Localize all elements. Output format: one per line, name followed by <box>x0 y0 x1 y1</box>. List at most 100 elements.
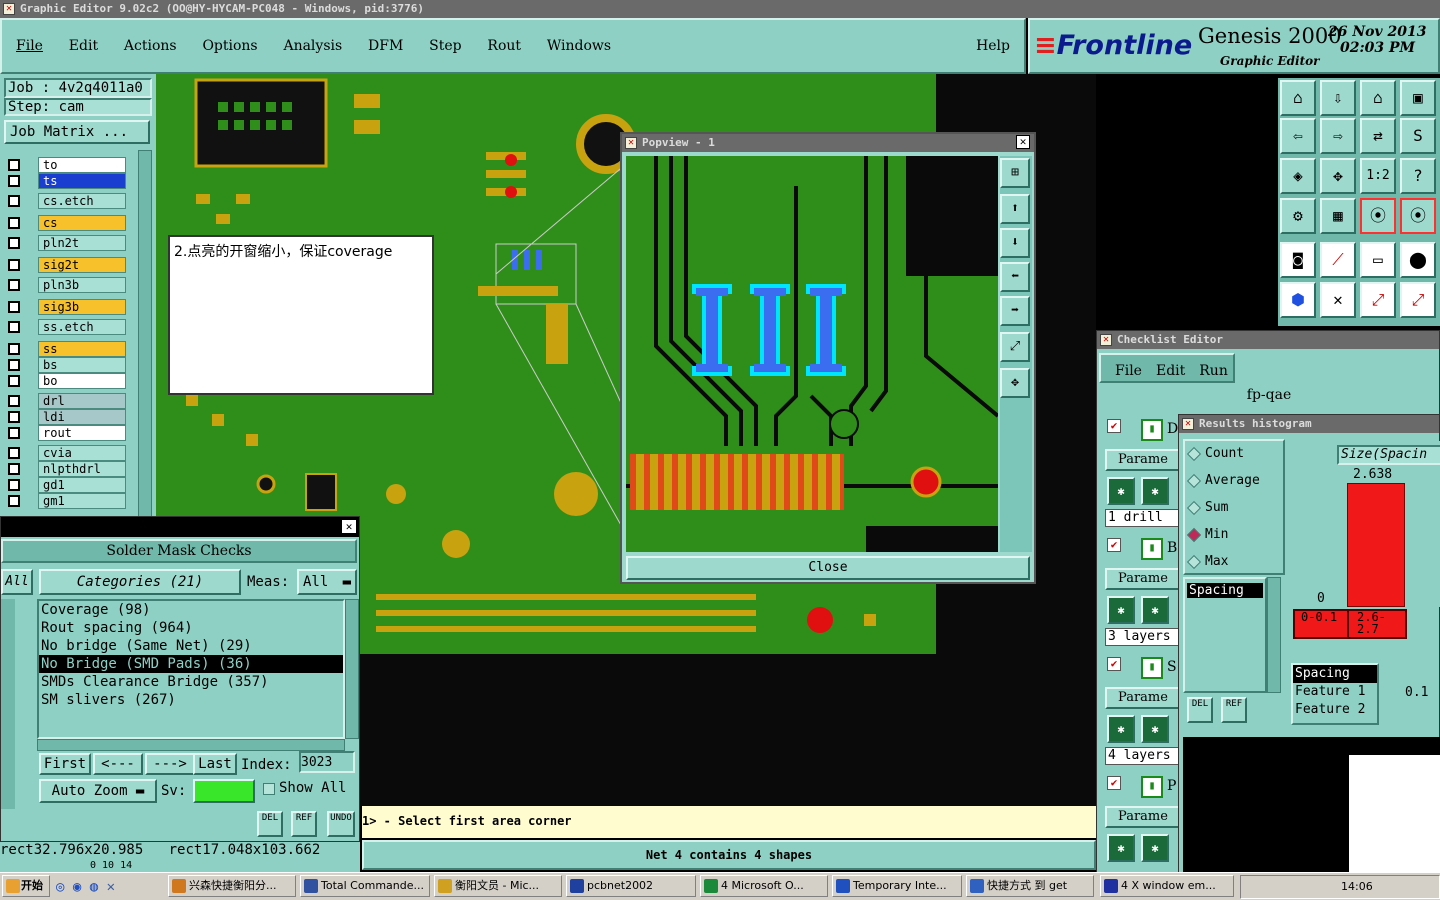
layer-row[interactable]: ss.etch <box>4 318 126 336</box>
layer-name[interactable]: drl <box>38 393 126 409</box>
layer-row[interactable]: rout <box>4 424 126 442</box>
popview-pan-up-icon[interactable]: ⬆ <box>1000 194 1030 224</box>
task-button[interactable]: 快捷方式 到 get <box>966 875 1094 897</box>
menu-options[interactable]: Options <box>202 38 257 54</box>
tool-line-icon[interactable]: ⟋ <box>1320 242 1356 278</box>
popview-pan-left-icon[interactable]: ⬅ <box>1000 262 1030 292</box>
layer-name[interactable]: ldi <box>38 409 126 425</box>
checklist-menu-file[interactable]: File <box>1115 363 1142 379</box>
menu-help[interactable]: Help <box>976 38 1010 54</box>
action-checkbox[interactable]: ✔ <box>1107 538 1121 552</box>
tool-window-icon[interactable]: ▣ <box>1400 80 1436 116</box>
layer-row[interactable]: ts <box>4 172 126 190</box>
layer-name[interactable]: ss <box>38 341 126 357</box>
layer-checkbox[interactable] <box>8 447 20 459</box>
category-item[interactable]: No Bridge (SMD Pads) (36) <box>39 655 343 673</box>
tool-connect-icon[interactable]: ⤢ <box>1360 282 1396 318</box>
layer-checkbox[interactable] <box>8 463 20 475</box>
action-checkbox[interactable]: ✔ <box>1107 419 1121 433</box>
layer-name[interactable]: pln3b <box>38 277 126 293</box>
stat-option[interactable]: Min <box>1185 522 1283 549</box>
tool-right-icon[interactable]: ⇨ <box>1320 118 1356 154</box>
category-item[interactable]: Coverage (98) <box>39 601 343 619</box>
action-checkbox[interactable]: ✔ <box>1107 776 1121 790</box>
tool-select-icon[interactable]: ⦿ <box>1360 198 1396 234</box>
action-run-icon[interactable]: ✱ <box>1107 715 1135 743</box>
action-run-all-icon[interactable]: ✱ <box>1141 477 1169 505</box>
auto-zoom-button[interactable]: Auto Zoom ▬ <box>39 779 157 803</box>
layer-row[interactable]: cs.etch <box>4 192 126 210</box>
popview-center-icon[interactable]: ✥ <box>1000 368 1030 398</box>
layer-name[interactable]: rout <box>38 425 126 441</box>
checklist-menu-edit[interactable]: Edit <box>1156 363 1185 379</box>
action-run-icon[interactable]: ✱ <box>1107 477 1135 505</box>
histogram-bar[interactable] <box>1347 483 1405 607</box>
layer-checkbox[interactable] <box>8 279 20 291</box>
layer-checkbox[interactable] <box>8 217 20 229</box>
metric-selected[interactable]: Spacing <box>1187 583 1263 598</box>
action-params-button[interactable]: Parame <box>1105 806 1181 828</box>
layer-name[interactable]: cvia <box>38 445 126 461</box>
tool-home-icon[interactable]: ⌂ <box>1280 80 1316 116</box>
mini-preview[interactable] <box>1183 737 1440 875</box>
start-button[interactable]: 开始 <box>2 875 50 897</box>
task-button[interactable]: 4 Microsoft O... <box>700 875 828 897</box>
layer-checkbox[interactable] <box>8 159 20 171</box>
job-matrix-button[interactable]: Job Matrix ... <box>4 120 150 144</box>
bin-0[interactable]: 0-0.1 <box>1295 611 1349 637</box>
last-button[interactable]: Last <box>193 753 237 775</box>
menu-actions[interactable]: Actions <box>124 38 177 54</box>
quicklaunch-icons[interactable]: ◎ ◉ ◍ ✕ <box>56 879 115 895</box>
tool-center-icon[interactable]: ✥ <box>1320 158 1356 194</box>
popview-zoom-icon[interactable]: ⊞ <box>1000 158 1030 188</box>
first-button[interactable]: First <box>39 753 91 775</box>
menu-file[interactable]: File <box>16 38 43 54</box>
solder-all-button[interactable]: All <box>1 569 33 595</box>
layer-checkbox[interactable] <box>8 479 20 491</box>
task-button[interactable]: 4 X window em... <box>1100 875 1234 897</box>
tool-select2-icon[interactable]: ⦿ <box>1400 198 1436 234</box>
tool-scale-icon[interactable]: 1:2 <box>1360 158 1396 194</box>
tool-down-icon[interactable]: ⇩ <box>1320 80 1356 116</box>
popview-fit-icon[interactable]: ⤢ <box>1000 332 1030 362</box>
bin-1[interactable]: 2.6-2.7 <box>1351 611 1405 637</box>
action-run-all-icon[interactable]: ✱ <box>1141 834 1169 862</box>
layer-checkbox[interactable] <box>8 237 20 249</box>
layer-row[interactable]: gm1 <box>4 492 126 510</box>
task-button[interactable]: Total Commande... <box>300 875 430 897</box>
popview-close-icon[interactable]: ✕ <box>1016 135 1030 149</box>
layer-name[interactable]: sig3b <box>38 299 126 315</box>
feature-item[interactable]: Feature 2 <box>1293 701 1377 719</box>
tool-ruler-icon[interactable]: ▭ <box>1360 242 1396 278</box>
tool-pad-icon[interactable]: ⬤ <box>1400 242 1436 278</box>
category-list[interactable]: Coverage (98) Rout spacing (964) No bridge… <box>37 599 345 739</box>
menu-edit[interactable]: Edit <box>69 38 98 54</box>
layer-checkbox[interactable] <box>8 175 20 187</box>
layer-row[interactable]: sig3b <box>4 298 126 316</box>
stat-option[interactable]: Max <box>1185 549 1283 576</box>
layer-checkbox[interactable] <box>8 359 20 371</box>
layer-checkbox[interactable] <box>8 495 20 507</box>
tool-cross-icon[interactable]: ✕ <box>1320 282 1356 318</box>
layer-name[interactable]: to <box>38 157 126 173</box>
popview-pan-down-icon[interactable]: ⬇ <box>1000 228 1030 258</box>
layer-row[interactable]: pln3b <box>4 276 126 294</box>
menu-step[interactable]: Step <box>429 38 461 54</box>
layer-checkbox[interactable] <box>8 395 20 407</box>
popview-close-button[interactable]: Close <box>626 556 1030 580</box>
layer-name[interactable]: nlpthdrl <box>38 461 126 477</box>
index-input[interactable] <box>299 751 355 773</box>
category-scrollbar[interactable] <box>345 599 359 739</box>
show-all-checkbox[interactable] <box>263 783 275 795</box>
solder-close-icon[interactable]: ✕ <box>341 519 357 534</box>
tool-measure-icon[interactable]: ⚙ <box>1280 198 1316 234</box>
action-params-button[interactable]: Parame <box>1105 568 1181 590</box>
stat-option[interactable]: Average <box>1185 468 1283 495</box>
action-params-button[interactable]: Parame <box>1105 449 1181 471</box>
layer-name[interactable]: cs.etch <box>38 193 126 209</box>
layer-name[interactable]: sig2t <box>38 257 126 273</box>
layer-checkbox[interactable] <box>8 195 20 207</box>
category-item[interactable]: No bridge (Same Net) (29) <box>39 637 343 655</box>
menu-rout[interactable]: Rout <box>487 38 521 54</box>
metric-scrollbar[interactable] <box>1267 577 1281 693</box>
